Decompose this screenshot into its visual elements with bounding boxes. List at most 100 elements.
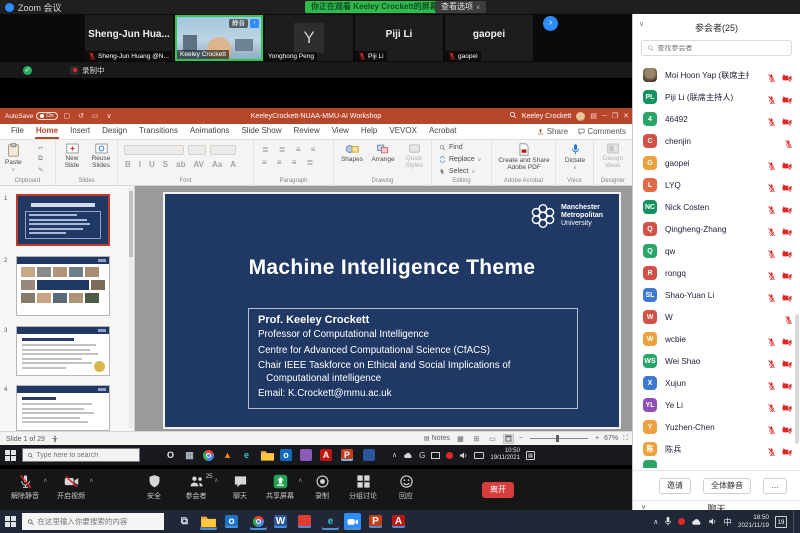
fit-slide-icon[interactable]: ⛶ — [623, 435, 628, 443]
font-style-button-a[interactable]: A — [230, 160, 236, 169]
display-icon[interactable] — [431, 452, 440, 459]
tab-review[interactable]: Review — [292, 124, 320, 139]
select-button[interactable]: Select∨ — [439, 168, 475, 175]
copy-icon[interactable]: ⧉ — [38, 155, 43, 163]
participant-row-rongq[interactable]: Rrongq — [633, 262, 800, 284]
signed-in-user[interactable]: Keeley Crockett — [522, 113, 571, 120]
view-options-button[interactable]: 查看选项∨ — [435, 1, 486, 13]
comments-button[interactable]: Comments — [578, 127, 626, 136]
participant-row-陈兵[interactable]: 陈陈兵 — [633, 438, 800, 460]
notification-icon[interactable]: ▤ — [526, 451, 535, 460]
taskbar-acrobat-icon[interactable]: A — [392, 515, 405, 528]
taskbar-file-explorer-icon[interactable] — [260, 448, 275, 463]
font-style-button-av[interactable]: AV — [193, 160, 204, 169]
font-style-button-aa[interactable]: Aa — [212, 160, 222, 169]
dictate-button[interactable]: Dictate∨ — [561, 143, 589, 171]
font-style-button-b[interactable]: B — [125, 160, 131, 169]
tab-help[interactable]: Help — [360, 124, 378, 139]
replace-button[interactable]: Replace∨ — [439, 156, 481, 163]
taskbar-edge-icon[interactable]: e — [322, 513, 339, 530]
shared-system-tray[interactable]: ∧ G 10:5019/11/2021 ▤ — [392, 445, 535, 465]
taskbar-powerpoint-icon[interactable]: P — [341, 449, 353, 461]
shared-search-box[interactable] — [22, 448, 140, 462]
zoom-slider[interactable] — [530, 438, 588, 439]
tab-insert[interactable]: Insert — [69, 124, 91, 139]
participant-row-yuzhen-chen[interactable]: YYuzhen-Chen — [633, 416, 800, 438]
recording-tray-icon[interactable] — [446, 452, 453, 459]
pin-icon[interactable]: › — [250, 19, 259, 28]
slideshow-view-icon[interactable]: 🗖 — [503, 434, 514, 444]
toolbar-share-screen-button[interactable]: ∧共享屏幕 — [258, 474, 302, 507]
participant-row-moi-hoon-yap-联席主持人[interactable]: Moi Hoon Yap (联席主持人) — [633, 64, 800, 86]
font-style-button-s[interactable]: S — [163, 160, 168, 169]
participant-row-gaopei[interactable]: Ggaopei — [633, 152, 800, 174]
reuse-slides-button[interactable]: Reuse Slides — [87, 143, 115, 170]
taskbar-task-view-icon[interactable]: ⧉ — [176, 513, 193, 530]
arrange-button[interactable]: Arrange — [368, 143, 398, 163]
create-pdf-button[interactable]: Create and Share Adobe PDF — [498, 143, 550, 172]
tab-acrobat[interactable]: Acrobat — [428, 124, 458, 139]
taskbar-chrome-icon[interactable] — [201, 448, 216, 463]
thumbnail-scrollbar[interactable] — [129, 188, 133, 428]
slide-thumbnail-1[interactable] — [16, 194, 110, 246]
taskbar-outlook-icon[interactable]: o — [225, 515, 238, 528]
speaker-icon[interactable] — [459, 451, 468, 460]
shapes-button[interactable]: Shapes — [338, 143, 366, 163]
taskbar-file-explorer-icon[interactable] — [200, 513, 217, 530]
list-indent-icons[interactable]: ≣ ≣ ≡ ≡ — [262, 145, 319, 154]
align-icons[interactable]: ≡ ≡ ≡ ≣ — [262, 158, 317, 167]
font-style-button-u[interactable]: U — [149, 160, 155, 169]
zoom-percent[interactable]: 67% — [604, 435, 618, 442]
taskbar-chrome-icon[interactable] — [250, 513, 267, 530]
toolbar-unmute-button[interactable]: ∧解除静音 — [2, 474, 48, 507]
font-grow-shrink[interactable] — [210, 145, 236, 155]
participant-scrollbar-thumb[interactable] — [795, 314, 799, 444]
toolbar-record-button[interactable]: 录制 — [304, 474, 340, 507]
tab-design[interactable]: Design — [101, 124, 128, 139]
taskbar-app-blue-icon[interactable] — [363, 449, 375, 461]
participant-row-qingheng-zhang[interactable]: QQingheng-Zhang — [633, 218, 800, 240]
tab-slide-show[interactable]: Slide Show — [240, 124, 282, 139]
participant-row-wcbie[interactable]: Wwcbie — [633, 328, 800, 350]
slide-sorter-icon[interactable]: ⊞ — [471, 434, 482, 444]
paste-button[interactable]: Paste∨ — [5, 143, 22, 173]
tray-expand-icon[interactable]: ∧ — [653, 518, 658, 526]
search-icon[interactable] — [509, 111, 517, 121]
microphone-tray-icon[interactable] — [664, 516, 672, 527]
invite-button[interactable]: 邀请 — [659, 478, 691, 494]
video-tile-gaopei[interactable]: gaopeigaopei — [445, 15, 533, 61]
font-style-button-ab[interactable]: ab — [176, 160, 185, 169]
chevron-up-icon[interactable]: ∧ — [89, 477, 93, 484]
ribbon-options-icon[interactable]: ▤ — [590, 112, 597, 120]
speaker-icon[interactable] — [708, 517, 717, 526]
next-page-participants-button[interactable]: › — [543, 16, 558, 31]
taskbar-vlc-icon[interactable]: ▲ — [220, 448, 235, 463]
zoom-out-icon[interactable]: − — [519, 435, 523, 442]
participant-row-46492[interactable]: 446492 — [633, 108, 800, 130]
tab-file[interactable]: File — [10, 124, 25, 139]
cloud-tray-icon[interactable] — [691, 518, 702, 526]
user-avatar[interactable] — [576, 112, 585, 121]
video-tile-keeley-crockett[interactable]: 静音›Keeley Crockett — [175, 15, 263, 61]
chevron-up-icon[interactable]: ∧ — [298, 477, 302, 484]
video-tile-yonghong-peng[interactable]: YYonghong Peng — [265, 15, 353, 61]
participant-row-xujun[interactable]: XXujun — [633, 372, 800, 394]
minimize-button[interactable]: ─ — [602, 113, 607, 120]
chevron-up-icon[interactable]: ∧ — [43, 477, 47, 484]
slide-thumbnail-4[interactable] — [16, 385, 110, 431]
input-language-indicator[interactable]: 中 — [723, 516, 732, 528]
cut-icon[interactable]: ✂ — [38, 144, 43, 152]
tab-vevox[interactable]: VEVOX — [388, 124, 418, 139]
notes-button[interactable]: ▤Notes — [424, 435, 450, 442]
toolbar-breakout-button[interactable]: 分组讨论 — [340, 474, 386, 507]
more-options-button[interactable]: … — [763, 478, 787, 494]
taskbar-app-grid-icon[interactable]: ▦ — [182, 448, 197, 463]
video-tile-piji-li[interactable]: Piji LiPiji Li — [355, 15, 443, 61]
taskbar-app-purple-icon[interactable] — [300, 449, 312, 461]
restore-button[interactable]: ❐ — [612, 112, 618, 120]
participant-row-w[interactable]: WW — [633, 306, 800, 328]
slide-thumbnail-2[interactable] — [16, 256, 110, 316]
zoom-in-icon[interactable]: + — [595, 435, 599, 442]
taskbar-edge-icon[interactable]: e — [239, 448, 254, 463]
taskbar-zoom-icon[interactable] — [344, 513, 361, 530]
